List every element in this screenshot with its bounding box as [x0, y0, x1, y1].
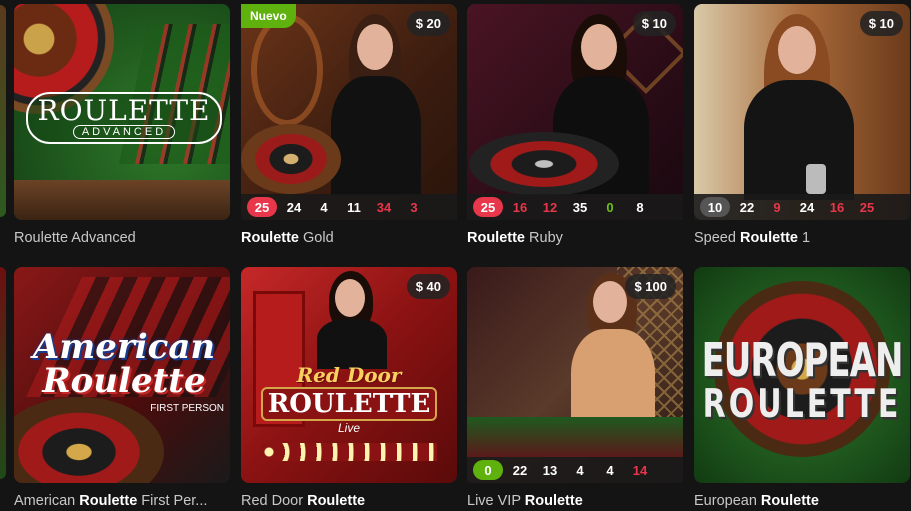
result-number: 4 [606, 462, 614, 478]
result-number: 22 [512, 462, 528, 478]
prev-card-edge-top[interactable] [0, 5, 6, 217]
game-logo-subtext: ADVANCED [72, 124, 176, 139]
game-title[interactable]: Red Door Roulette [241, 493, 457, 509]
game-title[interactable]: Roulette Ruby [467, 230, 683, 246]
result-number: 0 [606, 199, 614, 215]
result-number: 11 [347, 199, 361, 215]
game-card-roulette-advanced[interactable]: ROULETTE ADVANCED Roulette Advanced [14, 4, 230, 246]
game-thumbnail[interactable]: EUROPEAN ROULETTE [694, 267, 910, 483]
min-bet-badge: $ 10 [632, 11, 676, 36]
result-number: 4 [576, 462, 584, 478]
game-logo-subtext: Live [337, 421, 360, 435]
game-card-european-roulette[interactable]: EUROPEAN ROULETTE European Roulette [694, 267, 910, 509]
roulette-wheel-image [241, 124, 341, 194]
game-card-red-door-roulette[interactable]: Red Door ROULETTE Live $ 40 Red Door Rou… [241, 267, 457, 509]
game-thumbnail[interactable] [694, 4, 910, 220]
result-number: 35 [572, 199, 588, 215]
result-number: 8 [636, 199, 644, 215]
game-title[interactable]: American Roulette First Per... [14, 493, 230, 509]
roulette-table-image [467, 417, 683, 457]
result-number: 4 [320, 199, 328, 215]
result-number: 22 [739, 199, 755, 215]
result-number: 24 [286, 199, 302, 215]
roulette-wheel-image [469, 132, 619, 196]
dealer-image [311, 271, 391, 369]
min-bet-badge: $ 40 [406, 274, 450, 299]
game-logo-text-2: Roulette [42, 361, 206, 401]
result-number: 16 [829, 199, 845, 215]
min-bet-badge: $ 10 [859, 11, 903, 36]
game-title[interactable]: Live VIP Roulette [467, 493, 683, 509]
game-logo-text: EUROPEAN [701, 334, 904, 388]
game-card-roulette-gold[interactable]: Nuevo $ 20 25 24 4 11 34 3 Roulette Gold [241, 4, 457, 246]
result-number: 25 [247, 197, 277, 217]
game-card-american-roulette-first-person[interactable]: American Roulette FIRST PERSON American … [14, 267, 230, 509]
game-logo-frame: ROULETTE ADVANCED [26, 92, 222, 144]
result-number: 25 [859, 199, 875, 215]
game-title[interactable]: European Roulette [694, 493, 910, 509]
min-bet-badge: $ 20 [406, 11, 450, 36]
new-badge: Nuevo [241, 4, 296, 28]
game-thumbnail[interactable] [467, 4, 683, 220]
result-number: 34 [376, 199, 392, 215]
result-number: 9 [773, 199, 781, 215]
game-logo: Red Door ROULETTE Live [261, 363, 437, 435]
game-logo: American Roulette FIRST PERSON [24, 327, 224, 414]
result-number: 0 [473, 460, 503, 480]
game-title[interactable]: Speed Roulette 1 [694, 230, 910, 246]
game-thumbnail[interactable] [467, 267, 683, 483]
recent-results: 25 24 4 11 34 3 [241, 194, 457, 220]
recent-results: 25 16 12 35 0 8 [467, 194, 683, 220]
min-bet-badge: $ 100 [625, 274, 676, 299]
result-number: 24 [799, 199, 815, 215]
result-number: 25 [473, 197, 503, 217]
wooden-table-edge [14, 180, 230, 220]
game-card-speed-roulette-1[interactable]: $ 10 10 22 9 24 16 25 Speed Roulette 1 [694, 4, 910, 246]
game-logo-text-2: ROULETTE [702, 381, 902, 428]
game-thumbnail[interactable]: Red Door ROULETTE Live [241, 267, 457, 483]
game-thumbnail[interactable]: ROULETTE ADVANCED [14, 4, 230, 220]
game-thumbnail[interactable]: American Roulette FIRST PERSON [14, 267, 230, 483]
result-number: 14 [632, 462, 648, 478]
recent-results: 0 22 13 4 4 14 [467, 457, 683, 483]
result-number: 16 [512, 199, 528, 215]
marquee-lights [261, 443, 437, 461]
result-number: 13 [542, 462, 558, 478]
prev-card-edge-bottom[interactable] [0, 267, 6, 479]
game-logo-text: ROULETTE [37, 93, 211, 127]
game-logo: EUROPEAN ROULETTE [694, 334, 910, 427]
recent-results: 10 22 9 24 16 25 [694, 194, 910, 220]
game-logo-text-2: ROULETTE [261, 387, 437, 421]
result-number: 3 [410, 199, 418, 215]
game-title[interactable]: Roulette Advanced [14, 230, 230, 246]
game-card-roulette-ruby[interactable]: $ 10 25 16 12 35 0 8 Roulette Ruby [467, 4, 683, 246]
game-logo-subtext: FIRST PERSON [150, 403, 224, 414]
dealer-image [734, 14, 864, 200]
result-number: 12 [542, 199, 558, 215]
ball-launcher-image [806, 164, 826, 194]
result-number: 10 [700, 197, 730, 217]
game-thumbnail[interactable] [241, 4, 457, 220]
game-title[interactable]: Roulette Gold [241, 230, 457, 246]
game-logo-text: Red Door [296, 363, 402, 387]
game-card-live-vip-roulette[interactable]: $ 100 0 22 13 4 4 14 Live VIP Roulette [467, 267, 683, 509]
